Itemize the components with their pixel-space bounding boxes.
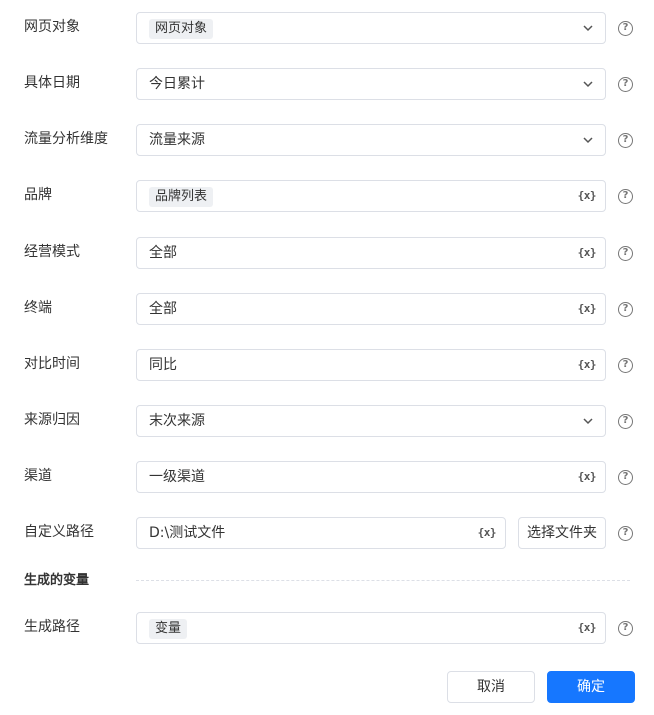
help-icon[interactable]: ? xyxy=(618,133,633,148)
variable-icon[interactable]: {x} xyxy=(578,357,597,373)
help-icon[interactable]: ? xyxy=(618,621,633,636)
section-divider xyxy=(136,580,630,581)
help-icon[interactable]: ? xyxy=(618,414,633,429)
field-label: 经营模式 xyxy=(24,244,80,260)
form-row-channel: 渠道 一级渠道 {x} ? xyxy=(0,461,654,493)
date-select[interactable]: 今日累计 xyxy=(136,68,606,100)
variable-tag: 品牌列表 xyxy=(149,187,214,207)
business-mode-input[interactable]: 全部 {x} xyxy=(136,237,606,269)
help-icon[interactable]: ? xyxy=(618,21,633,36)
form-row-date: 具体日期 今日累计 ? xyxy=(0,68,654,100)
traffic-dimension-select[interactable]: 流量来源 xyxy=(136,124,606,156)
field-label: 具体日期 xyxy=(24,75,80,91)
variable-icon[interactable]: {x} xyxy=(578,301,597,317)
output-variable-input[interactable]: 变量 {x} xyxy=(136,612,606,644)
help-icon[interactable]: ? xyxy=(618,358,633,373)
selected-tag: 网页对象 xyxy=(149,19,214,39)
form-row-compare-time: 对比时间 同比 {x} ? xyxy=(0,349,654,381)
compare-time-input[interactable]: 同比 {x} xyxy=(136,349,606,381)
selected-value: 流量来源 xyxy=(149,132,205,148)
brand-input[interactable]: 品牌列表 {x} xyxy=(136,180,606,212)
source-attribution-select[interactable]: 末次来源 xyxy=(136,405,606,437)
form-row-brand: 品牌 品牌列表 {x} ? xyxy=(0,180,654,212)
custom-path-input[interactable]: D:\测试文件 {x} xyxy=(136,517,506,549)
help-icon[interactable]: ? xyxy=(618,246,633,261)
chevron-down-icon xyxy=(583,137,593,144)
variable-icon[interactable]: {x} xyxy=(578,188,597,204)
selected-value: 今日累计 xyxy=(149,76,205,92)
terminal-input[interactable]: 全部 {x} xyxy=(136,293,606,325)
input-value: D:\测试文件 xyxy=(149,525,226,541)
chevron-down-icon xyxy=(583,418,593,425)
select-folder-button[interactable]: 选择文件夹 xyxy=(518,517,606,549)
variable-icon[interactable]: {x} xyxy=(578,620,597,636)
variable-icon[interactable]: {x} xyxy=(578,245,597,261)
chevron-down-icon xyxy=(583,25,593,32)
form-row-traffic-dimension: 流量分析维度 流量来源 ? xyxy=(0,124,654,156)
help-icon[interactable]: ? xyxy=(618,77,633,92)
field-label: 生成路径 xyxy=(24,619,80,635)
field-label: 渠道 xyxy=(24,468,52,484)
input-value: 同比 xyxy=(149,357,177,373)
form-row-custom-path: 自定义路径 D:\测试文件 {x} 选择文件夹 ? xyxy=(0,517,654,549)
help-icon[interactable]: ? xyxy=(618,470,633,485)
confirm-button[interactable]: 确定 xyxy=(547,671,635,703)
form-row-output-path: 生成路径 变量 {x} ? xyxy=(0,612,654,644)
selected-value: 末次来源 xyxy=(149,413,205,429)
variable-icon[interactable]: {x} xyxy=(478,525,497,541)
variable-icon[interactable]: {x} xyxy=(578,469,597,485)
form-row-source-attribution: 来源归因 末次来源 ? xyxy=(0,405,654,437)
field-label: 来源归因 xyxy=(24,412,80,428)
cancel-button[interactable]: 取消 xyxy=(447,671,535,703)
variable-tag: 变量 xyxy=(149,619,188,639)
form-row-business-mode: 经营模式 全部 {x} ? xyxy=(0,237,654,269)
field-label: 品牌 xyxy=(24,187,52,203)
help-icon[interactable]: ? xyxy=(618,526,633,541)
field-label: 网页对象 xyxy=(24,19,80,35)
input-value: 一级渠道 xyxy=(149,469,205,485)
input-value: 全部 xyxy=(149,245,177,261)
form-row-web-object: 网页对象 网页对象 ? xyxy=(0,12,654,44)
form-row-terminal: 终端 全部 {x} ? xyxy=(0,293,654,325)
help-icon[interactable]: ? xyxy=(618,302,633,317)
channel-input[interactable]: 一级渠道 {x} xyxy=(136,461,606,493)
help-icon[interactable]: ? xyxy=(618,189,633,204)
web-object-select[interactable]: 网页对象 xyxy=(136,12,606,44)
field-label: 对比时间 xyxy=(24,356,80,372)
section-title-generated-variables: 生成的变量 xyxy=(24,573,90,588)
field-label: 自定义路径 xyxy=(24,524,94,540)
field-label: 终端 xyxy=(24,300,52,316)
input-value: 全部 xyxy=(149,301,177,317)
chevron-down-icon xyxy=(583,81,593,88)
field-label: 流量分析维度 xyxy=(24,131,108,147)
